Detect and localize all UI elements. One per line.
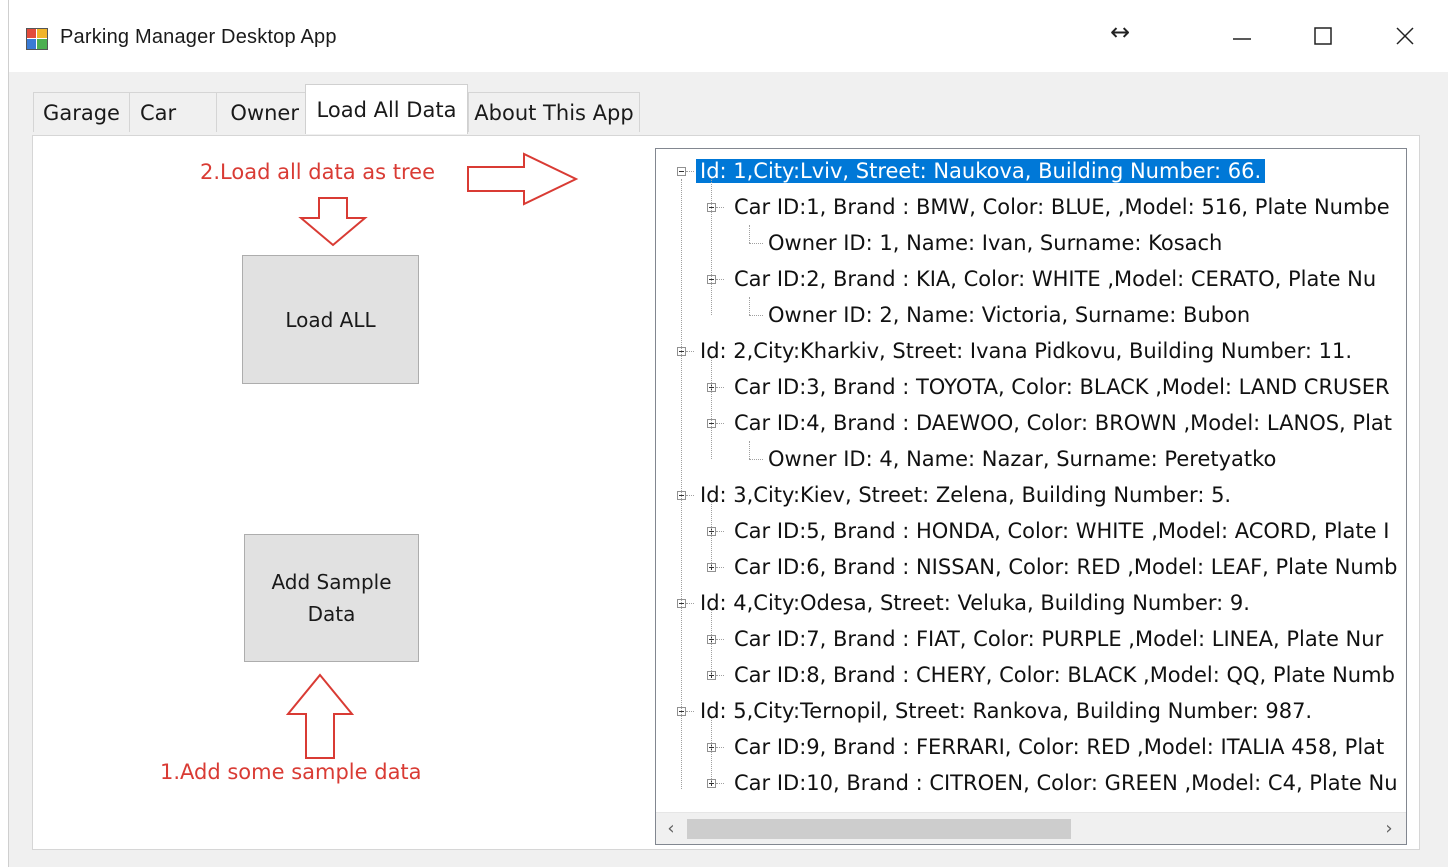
tree-node-label: Owner ID: 2, Name: Victoria, Surname: Bu… <box>768 303 1251 327</box>
tree-connector <box>686 603 694 604</box>
tree-node-car[interactable]: Car ID:5, Brand : HONDA, Color: WHITE ,M… <box>730 516 1393 546</box>
tree-connector <box>749 297 750 315</box>
collapse-icon[interactable] <box>677 167 686 176</box>
title-bar[interactable]: Parking Manager Desktop App ↔ <box>0 0 1448 72</box>
tree-connector <box>686 351 694 352</box>
tree-connector <box>711 502 712 567</box>
tree-connector <box>716 387 724 388</box>
tree-node-car[interactable]: Car ID:6, Brand : NISSAN, Color: RED ,Mo… <box>730 552 1402 582</box>
tree-connector <box>749 315 763 316</box>
tree-node-label: Car ID:1, Brand : BMW, Color: BLUE, ,Mod… <box>734 195 1390 219</box>
add-sample-data-button[interactable]: Add Sample Data <box>244 534 419 662</box>
tree-node-label: Id: 4,City:Odesa, Street: Veluka, Buildi… <box>700 591 1250 615</box>
tree-node-car[interactable]: Car ID:2, Brand : KIA, Color: WHITE ,Mod… <box>730 264 1380 294</box>
app-window: Parking Manager Desktop App ↔ Garage Car… <box>0 0 1448 867</box>
window-title: Parking Manager Desktop App <box>60 26 337 48</box>
tree-connector <box>711 178 712 315</box>
tree-connector <box>711 718 712 783</box>
tree-connector <box>716 279 724 280</box>
tree-node-garage[interactable]: Id: 1,City:Lviv, Street: Naukova, Buildi… <box>696 156 1266 186</box>
tree-connector <box>716 423 724 424</box>
scroll-right-button[interactable]: › <box>1376 815 1402 841</box>
tree-connector <box>716 567 724 568</box>
tree-node-label: Car ID:8, Brand : CHERY, Color: BLACK ,M… <box>734 663 1395 687</box>
scrollbar-thumb[interactable] <box>687 819 1071 839</box>
data-tree-view[interactable]: Id: 1,City:Lviv, Street: Naukova, Buildi… <box>655 148 1407 845</box>
tree-node-garage[interactable]: Id: 5,City:Ternopil, Street: Rankova, Bu… <box>696 696 1316 726</box>
tree-connector <box>749 243 763 244</box>
tree-node-garage[interactable]: Id: 4,City:Odesa, Street: Veluka, Buildi… <box>696 588 1254 618</box>
tree-node-label: Id: 5,City:Ternopil, Street: Rankova, Bu… <box>700 699 1313 723</box>
annotation-step2: 2.Load all data as tree <box>200 160 436 184</box>
tree-connector <box>716 639 724 640</box>
tab-garage[interactable]: Garage <box>33 92 130 132</box>
tree-node-label: Car ID:2, Brand : KIA, Color: WHITE ,Mod… <box>734 267 1377 291</box>
horizontal-scrollbar[interactable]: ‹ › <box>656 812 1406 844</box>
arrow-down-icon <box>298 197 368 247</box>
tree-node-label: Id: 1,City:Lviv, Street: Naukova, Buildi… <box>696 159 1266 183</box>
annotation-step1: 1.Add some sample data <box>160 760 422 784</box>
minimize-icon <box>1233 38 1251 40</box>
add-sample-data-button-label: Add Sample Data <box>271 570 392 626</box>
tree-connector <box>716 207 724 208</box>
tree-node-label: Car ID:4, Brand : DAEWOO, Color: BROWN ,… <box>734 411 1393 435</box>
tree-node-label: Car ID:3, Brand : TOYOTA, Color: BLACK ,… <box>734 375 1390 399</box>
tree-nodes-container: Id: 1,City:Lviv, Street: Naukova, Buildi… <box>656 149 1406 813</box>
tab-about-this-app[interactable]: About This App <box>468 92 640 132</box>
load-all-button[interactable]: Load ALL <box>242 255 419 384</box>
load-all-button-label: Load ALL <box>285 307 376 332</box>
tree-node-garage[interactable]: Id: 2,City:Kharkiv, Street: Ivana Pidkov… <box>696 336 1356 366</box>
tree-node-car[interactable]: Car ID:1, Brand : BMW, Color: BLUE, ,Mod… <box>730 192 1394 222</box>
tree-connector <box>711 610 712 675</box>
tree-connector <box>716 783 724 784</box>
tree-node-label: Owner ID: 1, Name: Ivan, Surname: Kosach <box>768 231 1223 255</box>
tree-connector <box>686 171 694 172</box>
tree-node-owner[interactable]: Owner ID: 1, Name: Ivan, Surname: Kosach <box>764 228 1226 258</box>
tree-connector <box>749 441 750 459</box>
tree-connector <box>749 459 763 460</box>
arrow-right-icon <box>467 152 579 206</box>
tree-node-car[interactable]: Car ID:4, Brand : DAEWOO, Color: BROWN ,… <box>730 408 1396 438</box>
tree-node-car[interactable]: Car ID:9, Brand : FERRARI, Color: RED ,M… <box>730 732 1388 762</box>
tree-node-label: Car ID:6, Brand : NISSAN, Color: RED ,Mo… <box>734 555 1398 579</box>
tree-node-car[interactable]: Car ID:8, Brand : CHERY, Color: BLACK ,M… <box>730 660 1399 690</box>
tree-connector <box>716 531 724 532</box>
tree-connector <box>716 747 724 748</box>
maximize-button[interactable] <box>1303 16 1343 56</box>
tree-node-label: Id: 3,City:Kiev, Street: Zelena, Buildin… <box>700 483 1232 507</box>
tree-node-garage[interactable]: Id: 3,City:Kiev, Street: Zelena, Buildin… <box>696 480 1235 510</box>
tab-load-all-data[interactable]: Load All Data <box>305 84 468 134</box>
app-window-icon <box>26 28 48 50</box>
close-button[interactable] <box>1385 16 1425 56</box>
tree-node-label: Owner ID: 4, Name: Nazar, Surname: Peret… <box>768 447 1277 471</box>
scroll-left-button[interactable]: ‹ <box>658 815 684 841</box>
maximize-icon <box>1314 27 1332 45</box>
tree-node-car[interactable]: Car ID:7, Brand : FIAT, Color: PURPLE ,M… <box>730 624 1387 654</box>
arrow-up-icon <box>285 673 355 759</box>
tree-connector <box>681 179 682 789</box>
tree-connector <box>711 358 712 459</box>
tree-node-owner[interactable]: Owner ID: 4, Name: Nazar, Surname: Peret… <box>764 444 1280 474</box>
tab-car[interactable]: Car <box>129 92 217 132</box>
tree-connector <box>686 495 694 496</box>
tab-owner[interactable]: Owner <box>216 92 306 132</box>
tree-node-label: Id: 2,City:Kharkiv, Street: Ivana Pidkov… <box>700 339 1352 363</box>
tree-node-label: Car ID:5, Brand : HONDA, Color: WHITE ,M… <box>734 519 1390 543</box>
tree-node-owner[interactable]: Owner ID: 2, Name: Victoria, Surname: Bu… <box>764 300 1254 330</box>
tree-connector <box>749 225 750 243</box>
tree-node-label: Car ID:10, Brand : CITROEN, Color: GREEN… <box>734 771 1398 795</box>
horizontal-resize-icon: ↔ <box>1110 18 1131 46</box>
minimize-button[interactable] <box>1222 16 1262 56</box>
tree-node-car[interactable]: Car ID:10, Brand : CITROEN, Color: GREEN… <box>730 768 1402 798</box>
tree-node-label: Car ID:9, Brand : FERRARI, Color: RED ,M… <box>734 735 1385 759</box>
close-icon <box>1396 27 1414 45</box>
tree-node-label: Car ID:7, Brand : FIAT, Color: PURPLE ,M… <box>734 627 1384 651</box>
tree-connector <box>716 675 724 676</box>
tree-node-car[interactable]: Car ID:3, Brand : TOYOTA, Color: BLACK ,… <box>730 372 1394 402</box>
tree-connector <box>686 711 694 712</box>
